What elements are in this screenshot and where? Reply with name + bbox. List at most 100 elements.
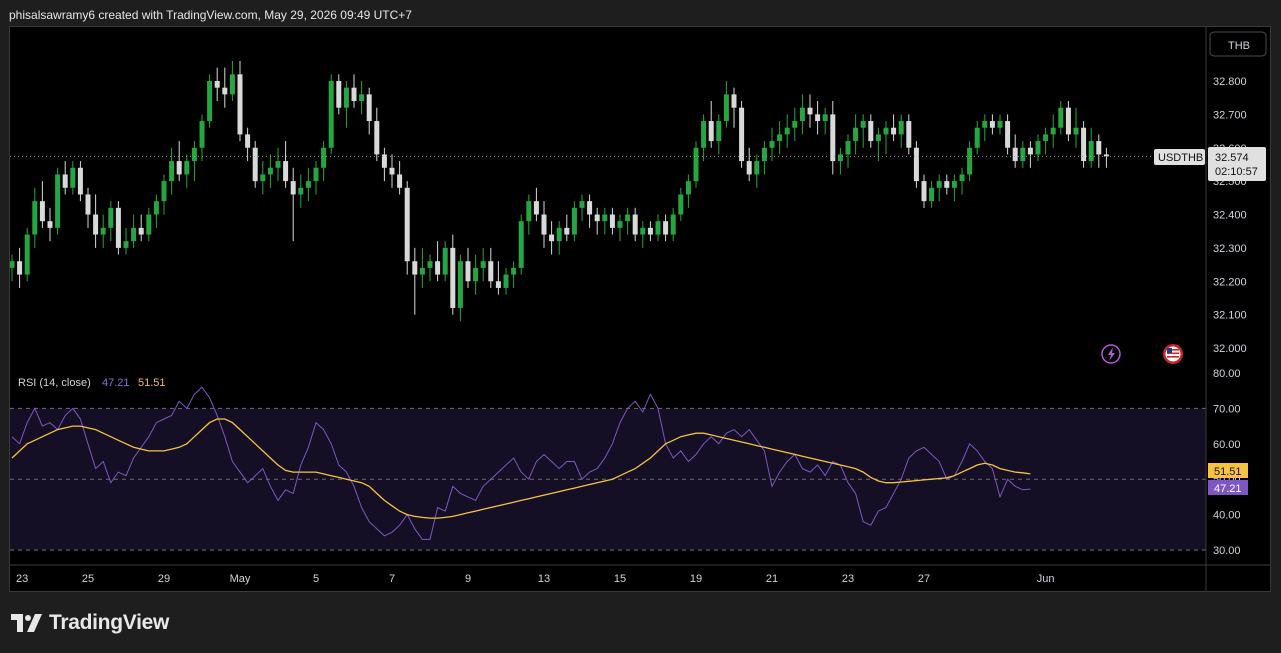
last-price-text: 32.574: [1215, 152, 1249, 164]
tradingview-logo[interactable]: TradingView: [11, 611, 169, 635]
candle: [10, 254, 15, 282]
candle-body: [328, 81, 334, 148]
candle-body: [146, 214, 152, 235]
candle: [921, 174, 927, 208]
price-tick-label: 32.200: [1213, 276, 1247, 288]
candle-body: [245, 134, 251, 148]
candle-body: [1096, 141, 1102, 155]
candle-body: [913, 147, 919, 182]
candle: [815, 101, 821, 135]
candle: [731, 87, 737, 128]
candle: [153, 194, 159, 228]
rsi-ma-legend-value: 51.51: [138, 377, 166, 389]
candle: [267, 154, 273, 188]
candle: [283, 141, 289, 188]
candle: [229, 60, 235, 102]
candle-body: [587, 201, 593, 215]
candle-body: [875, 134, 881, 142]
candle: [853, 114, 859, 155]
candle-body: [191, 147, 197, 162]
rsi-tick-label: 30.00: [1213, 545, 1241, 557]
candle: [670, 207, 676, 242]
candle: [381, 147, 387, 182]
candle: [412, 247, 418, 315]
candle-body: [746, 161, 752, 175]
candle-body: [419, 267, 425, 275]
candle-body: [199, 121, 205, 148]
candle: [321, 141, 327, 182]
candle: [222, 67, 228, 108]
candle-body: [1035, 141, 1041, 155]
candle-body: [906, 121, 912, 148]
candle-body: [1065, 107, 1071, 135]
candle-body: [541, 214, 547, 235]
candle: [541, 201, 547, 248]
candle: [488, 247, 494, 288]
price-tick-label: 32.700: [1213, 109, 1247, 121]
candle-body: [936, 181, 942, 188]
candle-body: [533, 201, 539, 215]
chart-area[interactable]: 32.00032.10032.20032.30032.40032.50032.6…: [9, 26, 1271, 592]
candle-body: [807, 107, 813, 115]
candle-body: [290, 181, 296, 195]
candle-body: [708, 121, 714, 142]
candle: [1081, 121, 1087, 168]
candle-body: [465, 261, 471, 282]
rsi-ma-tag: 51.51: [1208, 463, 1248, 478]
rsi-title: RSI (14, close): [18, 377, 91, 389]
us-flag-icon[interactable]: [1163, 344, 1183, 364]
candle-body: [556, 227, 562, 242]
candle-body: [951, 181, 957, 188]
candle: [62, 161, 68, 195]
candle-body: [761, 147, 767, 162]
candle-body: [488, 261, 494, 282]
candle: [305, 167, 311, 202]
candle-body: [815, 114, 821, 122]
candle: [647, 221, 653, 242]
candle: [70, 161, 76, 195]
candle: [678, 187, 684, 222]
candle-body: [427, 261, 433, 268]
candle: [723, 81, 729, 128]
rsi-tick-label: 70.00: [1213, 403, 1241, 415]
candle: [602, 207, 608, 235]
candle: [1088, 127, 1094, 168]
candle-body: [70, 167, 76, 188]
time-tick-label: 25: [82, 573, 94, 585]
candle: [260, 161, 266, 195]
candle: [632, 207, 638, 242]
candle-body: [891, 127, 897, 135]
candle: [967, 141, 973, 182]
candle: [100, 214, 106, 248]
candle: [199, 114, 205, 162]
candle: [822, 107, 828, 135]
candle-body: [685, 181, 691, 195]
candle: [245, 127, 251, 162]
candle: [929, 181, 935, 208]
candle-body: [62, 174, 68, 188]
candle-body: [1050, 127, 1056, 135]
candle-body: [693, 147, 699, 182]
candle-body: [184, 161, 190, 175]
time-tick-label: 23: [842, 573, 854, 585]
chart-canvas[interactable]: 32.00032.10032.20032.30032.40032.50032.6…: [10, 27, 1270, 591]
candle-body: [351, 87, 357, 102]
candle-body: [397, 174, 403, 188]
candle-body: [1027, 147, 1033, 155]
candle-body: [115, 207, 121, 248]
candle-body: [389, 167, 395, 175]
candle-body: [967, 147, 973, 175]
candle: [17, 247, 23, 288]
currency-button[interactable]: THB: [1209, 31, 1267, 57]
candle: [169, 147, 175, 195]
candle-body: [313, 167, 319, 182]
candle-body: [663, 221, 669, 235]
candle: [868, 114, 874, 148]
candle: [1058, 101, 1064, 135]
lightning-icon[interactable]: [1101, 344, 1121, 364]
candle-body: [792, 121, 798, 128]
candle-body: [1058, 107, 1064, 128]
candle-body: [929, 187, 935, 202]
candle: [85, 187, 91, 228]
candle: [936, 174, 942, 202]
